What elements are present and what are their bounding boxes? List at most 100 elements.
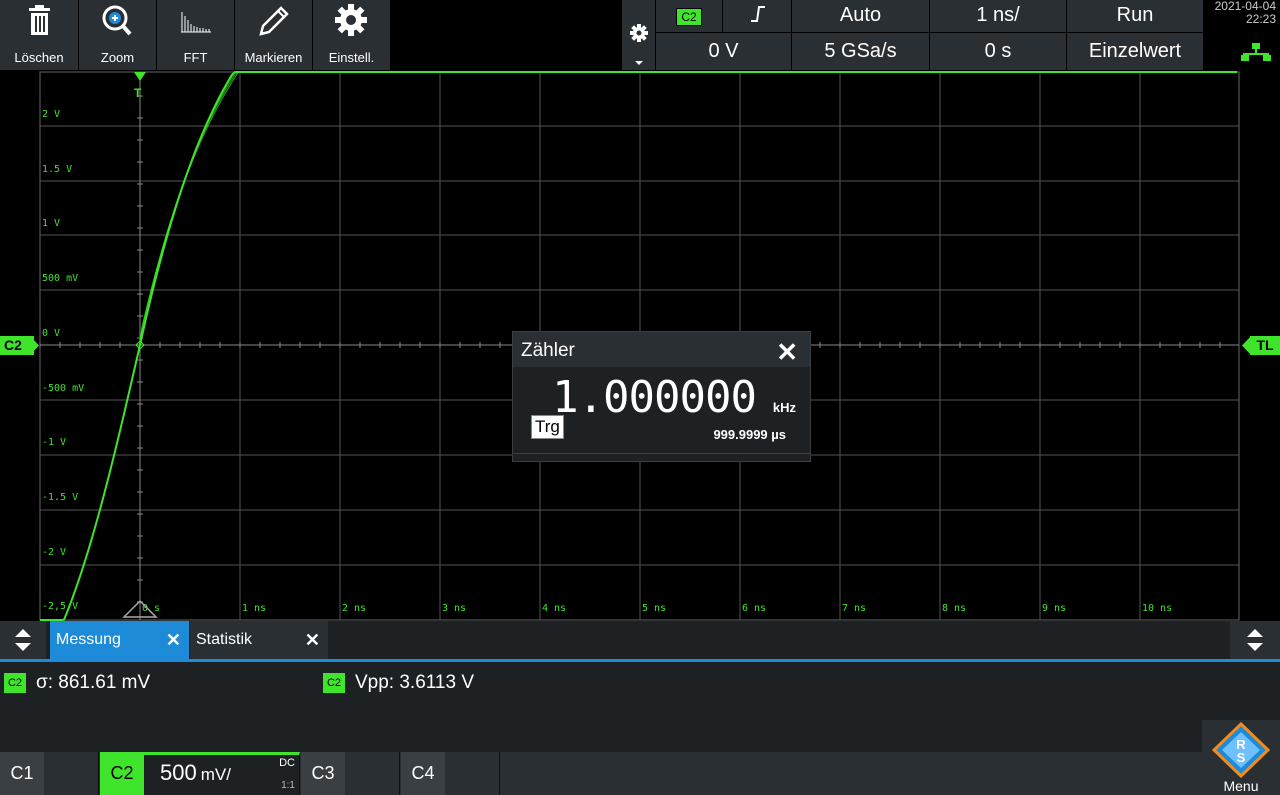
channel-offset-marker[interactable]: C2	[0, 336, 34, 355]
measurement-panel: C2 σ: 861.61 mV C2 Vpp: 3.6113 V	[0, 662, 1280, 752]
y-tick-label: -2,5 V	[42, 601, 79, 613]
measurement-sigma-value: σ: 861.61 mV	[36, 672, 151, 693]
trigger-source[interactable]: C2	[656, 0, 722, 32]
up-down-icon	[15, 629, 31, 651]
x-tick-label: 5 ns	[642, 603, 667, 614]
y-tick-label: -1 V	[42, 437, 67, 449]
fft-icon	[157, 4, 234, 38]
measurement-vpp-value: Vpp: 3.6113 V	[355, 672, 475, 693]
counter-dialog: Zähler ✕ Trg 1.000000 kHz 999.9999 µs	[512, 331, 811, 462]
channel-c4-label: C4	[401, 752, 445, 795]
channel-c2-scale: 500 mV/	[160, 760, 231, 786]
channel-c2-scale-unit: mV/	[200, 765, 231, 784]
close-icon[interactable]: ✕	[166, 621, 181, 659]
run-state[interactable]: Run	[1067, 0, 1203, 32]
y-tick-label: 2 V	[42, 109, 61, 120]
sample-rate[interactable]: 5 GSa/s	[792, 33, 929, 70]
x-tick-label: 6 ns	[742, 603, 767, 614]
close-icon[interactable]: ✕	[305, 621, 320, 659]
y-tick-label: -500 mV	[42, 382, 85, 394]
x-tick-label: 4 ns	[542, 603, 567, 614]
menu-label: Menu	[1223, 778, 1259, 794]
rising-edge-icon	[751, 6, 765, 22]
y-tick-label: 1 V	[42, 218, 61, 230]
trigger-level[interactable]: 0 V	[656, 33, 791, 70]
y-tick-label: -1.5 V	[42, 491, 79, 503]
menu-button[interactable]: R S Menu	[1202, 720, 1280, 795]
svg-text:S: S	[1237, 750, 1246, 765]
measurement-channel-badge: C2	[323, 673, 345, 693]
zoom-button-label: Zoom	[100, 50, 135, 65]
channel-c4-button[interactable]: C4	[401, 752, 500, 795]
channel-bar: C1 C2 500 mV/ DC 1:1 C3 C4	[0, 752, 1280, 795]
trigger-marker-label: T	[134, 86, 142, 100]
network-icon	[1241, 43, 1271, 61]
y-tick-label: -2 V	[42, 546, 67, 558]
zoom-icon	[79, 4, 156, 38]
divider	[513, 453, 810, 454]
x-tick-label: 9 ns	[1042, 603, 1067, 614]
channel-c2-button[interactable]: C2 500 mV/ DC 1:1	[100, 752, 300, 795]
counter-title: Zähler	[521, 340, 575, 361]
panel-resize-left[interactable]	[0, 621, 46, 659]
trigger-offset-marker[interactable]	[122, 599, 158, 619]
trigger-settings-button[interactable]	[622, 0, 655, 70]
acquisition-mode[interactable]: Einzelwert	[1067, 33, 1203, 70]
tab-measurement-label: Messung	[56, 631, 121, 648]
channel-c1-label: C1	[0, 752, 44, 795]
tab-statistics[interactable]: Statistik ✕	[190, 621, 328, 659]
y-tick-label: 0 V	[42, 327, 61, 339]
trigger-level-marker[interactable]: TL	[1250, 336, 1280, 355]
trigger-mode[interactable]: Auto	[792, 0, 929, 32]
settings-button[interactable]: Einstell.	[313, 0, 391, 70]
clear-button-label: Löschen	[14, 50, 64, 65]
fft-button-label: FFT	[183, 50, 208, 65]
pencil-icon	[235, 4, 312, 38]
zoom-button[interactable]: Zoom	[79, 0, 157, 70]
channel-c2-ratio: 1:1	[281, 780, 295, 791]
x-tick-label: 7 ns	[842, 603, 867, 614]
x-tick-label: 2 ns	[342, 603, 367, 614]
channel-offset-label: C2	[4, 337, 22, 353]
settings-button-label: Einstell.	[328, 50, 375, 65]
panel-resize-right[interactable]	[1230, 621, 1280, 659]
y-tick-label: 500 mV	[42, 273, 79, 285]
channel-c2-scale-value: 500	[160, 760, 197, 785]
counter-frequency: 1.000000	[552, 372, 757, 423]
trigger-channel-badge: C2	[676, 8, 702, 26]
measurement-channel-badge: C2	[4, 673, 26, 693]
up-down-icon	[1247, 629, 1263, 651]
channel-marker-arrow	[30, 336, 39, 355]
channel-c3-label: C3	[301, 752, 345, 795]
channel-c2-label: C2	[100, 752, 144, 795]
x-tick-label: 8 ns	[942, 603, 967, 614]
y-tick-label: 1.5 V	[42, 163, 73, 175]
channel-c2-coupling: DC	[279, 757, 295, 769]
gear-icon	[313, 4, 390, 38]
close-icon[interactable]: ✕	[776, 337, 798, 368]
time-position[interactable]: 0 s	[930, 33, 1066, 70]
counter-frequency-unit: kHz	[772, 400, 796, 415]
channel-c3-button[interactable]: C3	[301, 752, 400, 795]
time-scale[interactable]: 1 ns/	[930, 0, 1066, 32]
channel-c1-button[interactable]: C1	[0, 752, 99, 795]
measurement-vpp[interactable]: C2 Vpp: 3.6113 V	[323, 672, 474, 694]
measurement-sigma[interactable]: C2 σ: 861.61 mV	[4, 672, 150, 694]
trigger-level-label: TL	[1256, 337, 1274, 353]
tab-measurement[interactable]: Messung ✕	[50, 621, 189, 659]
time: 22:23	[1245, 12, 1276, 26]
x-tick-label: 1 ns	[242, 603, 267, 614]
result-tab-bar: Messung ✕ Statistik ✕	[0, 621, 1280, 662]
trash-icon	[0, 4, 78, 38]
mark-button-label: Markieren	[244, 50, 303, 65]
trigger-slope[interactable]	[723, 0, 791, 32]
fft-button[interactable]: FFT	[157, 0, 235, 70]
clear-button[interactable]: Löschen	[0, 0, 79, 70]
x-tick-label: 10 ns	[1142, 603, 1173, 614]
rs-logo-icon: R S	[1212, 722, 1270, 778]
counter-period: 999.9999 µs	[713, 427, 786, 442]
date: 2021-04-04	[1214, 0, 1276, 13]
x-tick-label: 3 ns	[442, 603, 467, 614]
mark-button[interactable]: Markieren	[235, 0, 313, 70]
counter-dialog-header: Zähler ✕	[513, 332, 810, 367]
